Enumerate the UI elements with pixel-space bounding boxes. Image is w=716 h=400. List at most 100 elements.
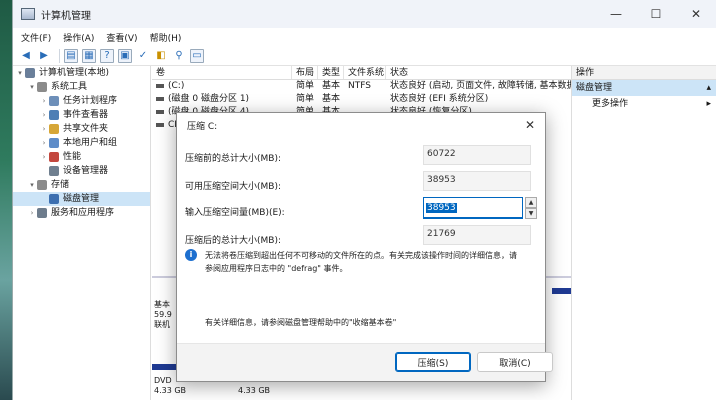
menu-bar: 文件(F) 操作(A) 查看(V) 帮助(H): [13, 28, 716, 46]
title-bar: 计算机管理 — ☐ ✕: [13, 0, 716, 28]
cancel-button[interactable]: 取消(C): [477, 352, 553, 372]
checkmark-icon[interactable]: ✓: [136, 49, 150, 63]
actions-pane: 操作 磁盘管理 ▴ 更多操作 ▸: [571, 66, 716, 400]
actions-disk-management-label: 磁盘管理: [576, 83, 613, 93]
volume-cell: (C:): [168, 81, 185, 91]
menu-help[interactable]: 帮助(H): [150, 31, 182, 44]
column-header-volume[interactable]: 卷: [152, 66, 292, 79]
disk1-type: DVD: [154, 376, 172, 385]
tree-item-label: 系统工具: [51, 82, 88, 92]
tree-item[interactable]: ▾ 计算机管理(本地): [13, 66, 150, 80]
tree-item-label: 存储: [51, 180, 70, 190]
volume-cell: 基本: [322, 81, 341, 91]
shrink-amount-input[interactable]: 38953: [423, 197, 523, 219]
tree-node-icon: [49, 124, 59, 134]
actions-header: 操作: [572, 66, 716, 80]
tree-item[interactable]: ▾ 存储: [13, 178, 150, 192]
stepper-down-icon[interactable]: ▼: [525, 208, 537, 219]
chevron-down-icon[interactable]: ▾: [15, 66, 25, 80]
volume-cell: 基本: [322, 94, 341, 104]
volume-icon: [156, 122, 164, 127]
navigation-tree: ▾ 计算机管理(本地) ▾ 系统工具 › 任务计划程序 › 事件查看器 › 共享文件夹 › 本地用户和…: [13, 66, 151, 400]
dialog-close-icon[interactable]: ✕: [515, 118, 545, 132]
close-button[interactable]: ✕: [676, 0, 716, 28]
tree-node-icon: [37, 208, 47, 218]
volume-row[interactable]: (C:) 简单基本 NTFS 状态良好 (启动, 页面文件, 故障转储, 基本数据分区…: [152, 80, 571, 93]
chevron-right-icon[interactable]: ›: [39, 150, 49, 164]
dialog-title-bar: 压缩 C: ✕: [177, 113, 545, 137]
tree-node-icon: [49, 138, 59, 148]
shrink-amount-selected-text: 38953: [426, 202, 457, 213]
tree-node-icon: [49, 166, 59, 176]
info-message: i 无法将卷压缩到超出任何不可移动的文件所在的点。有关完成该操作时间的详细信息，…: [185, 249, 539, 275]
forward-arrow-icon[interactable]: ▶: [37, 49, 51, 63]
minimize-button[interactable]: —: [596, 0, 636, 28]
tree-item[interactable]: › 本地用户和组: [13, 136, 150, 150]
dialog-footer: 压缩(S) 取消(C): [177, 343, 553, 381]
tree-item[interactable]: › 任务计划程序: [13, 94, 150, 108]
maximize-button[interactable]: ☐: [636, 0, 676, 28]
chevron-right-icon[interactable]: ›: [27, 206, 37, 220]
list-header: 卷 布局 类型 文件系统 状态: [152, 66, 571, 80]
tree-node-icon: [49, 152, 59, 162]
actions-more-label: 更多操作: [592, 99, 629, 109]
back-arrow-icon[interactable]: ◀: [19, 49, 33, 63]
shrink-amount-stepper: 38953 ▲ ▼: [423, 197, 537, 219]
column-header-status[interactable]: 状态: [386, 66, 571, 79]
tree-item-label: 本地用户和组: [63, 138, 118, 148]
volume-icon: [156, 96, 164, 101]
stepper-up-icon[interactable]: ▲: [525, 197, 537, 208]
console-icon[interactable]: ▣: [118, 48, 132, 63]
volume-row[interactable]: (磁盘 0 磁盘分区 1) 简单 基本 状态良好 (EFI 系统分区): [152, 93, 571, 106]
disk0-type: 基本: [154, 300, 170, 309]
tree-item[interactable]: › 性能: [13, 150, 150, 164]
tree-item-label: 服务和应用程序: [51, 208, 115, 218]
chevron-down-icon[interactable]: ▾: [27, 178, 37, 192]
tree-item-label: 任务计划程序: [63, 96, 118, 106]
chevron-right-icon[interactable]: ›: [39, 94, 49, 108]
export-icon[interactable]: ◧: [154, 49, 168, 63]
menu-view[interactable]: 查看(V): [106, 31, 137, 44]
tree-node-icon: [49, 194, 59, 204]
collapse-up-icon[interactable]: ▴: [706, 80, 711, 96]
info-text-line2: 参阅应用程序日志中的 "defrag" 事件。: [205, 264, 348, 273]
chevron-right-icon[interactable]: ›: [39, 108, 49, 122]
volume-icon: [156, 109, 164, 114]
chevron-right-icon[interactable]: ›: [39, 136, 49, 150]
column-header-layout[interactable]: 布局: [292, 66, 318, 79]
chevron-right-icon[interactable]: ›: [39, 122, 49, 136]
shrink-amount-label: 输入压缩空间量(MB)(E):: [185, 208, 285, 218]
column-header-filesystem[interactable]: 文件系统: [344, 66, 386, 79]
toolbar-separator: [59, 48, 60, 63]
properties-icon[interactable]: ▭: [190, 48, 204, 63]
disk0-size: 59.9: [154, 310, 172, 319]
chevron-down-icon[interactable]: ▾: [27, 80, 37, 94]
chevron-right-icon: ▸: [706, 99, 711, 109]
actions-disk-management[interactable]: 磁盘管理 ▴: [572, 80, 716, 96]
show-hide-tree-icon[interactable]: ▦: [82, 48, 96, 63]
up-folder-icon[interactable]: ▤: [64, 48, 78, 63]
after-size-label: 压缩后的总计大小(MB):: [185, 236, 281, 246]
actions-more[interactable]: 更多操作 ▸: [572, 96, 716, 112]
dialog-title: 压缩 C:: [187, 121, 218, 132]
menu-action[interactable]: 操作(A): [63, 31, 94, 44]
volume-cell: NTFS: [348, 81, 371, 91]
search-icon[interactable]: ⚲: [172, 49, 186, 63]
disk0-partition-bar[interactable]: [552, 288, 571, 294]
column-header-type[interactable]: 类型: [318, 66, 344, 79]
tree-item[interactable]: › 事件查看器: [13, 108, 150, 122]
tree-node-icon: [37, 82, 47, 92]
tree-item-label: 计算机管理(本地): [39, 68, 110, 78]
tree-item-label: 磁盘管理: [63, 194, 100, 204]
shrink-button[interactable]: 压缩(S): [395, 352, 471, 372]
help-icon[interactable]: ?: [100, 48, 114, 63]
tree-item[interactable]: › 服务和应用程序: [13, 206, 150, 220]
info-text-line1: 无法将卷压缩到超出任何不可移动的文件所在的点。有关完成该操作时间的详细信息，请: [205, 251, 517, 260]
tree-item-label: 共享文件夹: [63, 124, 109, 134]
tree-item[interactable]: ▾ 系统工具: [13, 80, 150, 94]
tree-item[interactable]: 设备管理器: [13, 164, 150, 178]
total-size-value: 60722: [423, 145, 531, 165]
menu-file[interactable]: 文件(F): [21, 31, 51, 44]
tree-item[interactable]: › 共享文件夹: [13, 122, 150, 136]
tree-item[interactable]: 磁盘管理: [13, 192, 150, 206]
